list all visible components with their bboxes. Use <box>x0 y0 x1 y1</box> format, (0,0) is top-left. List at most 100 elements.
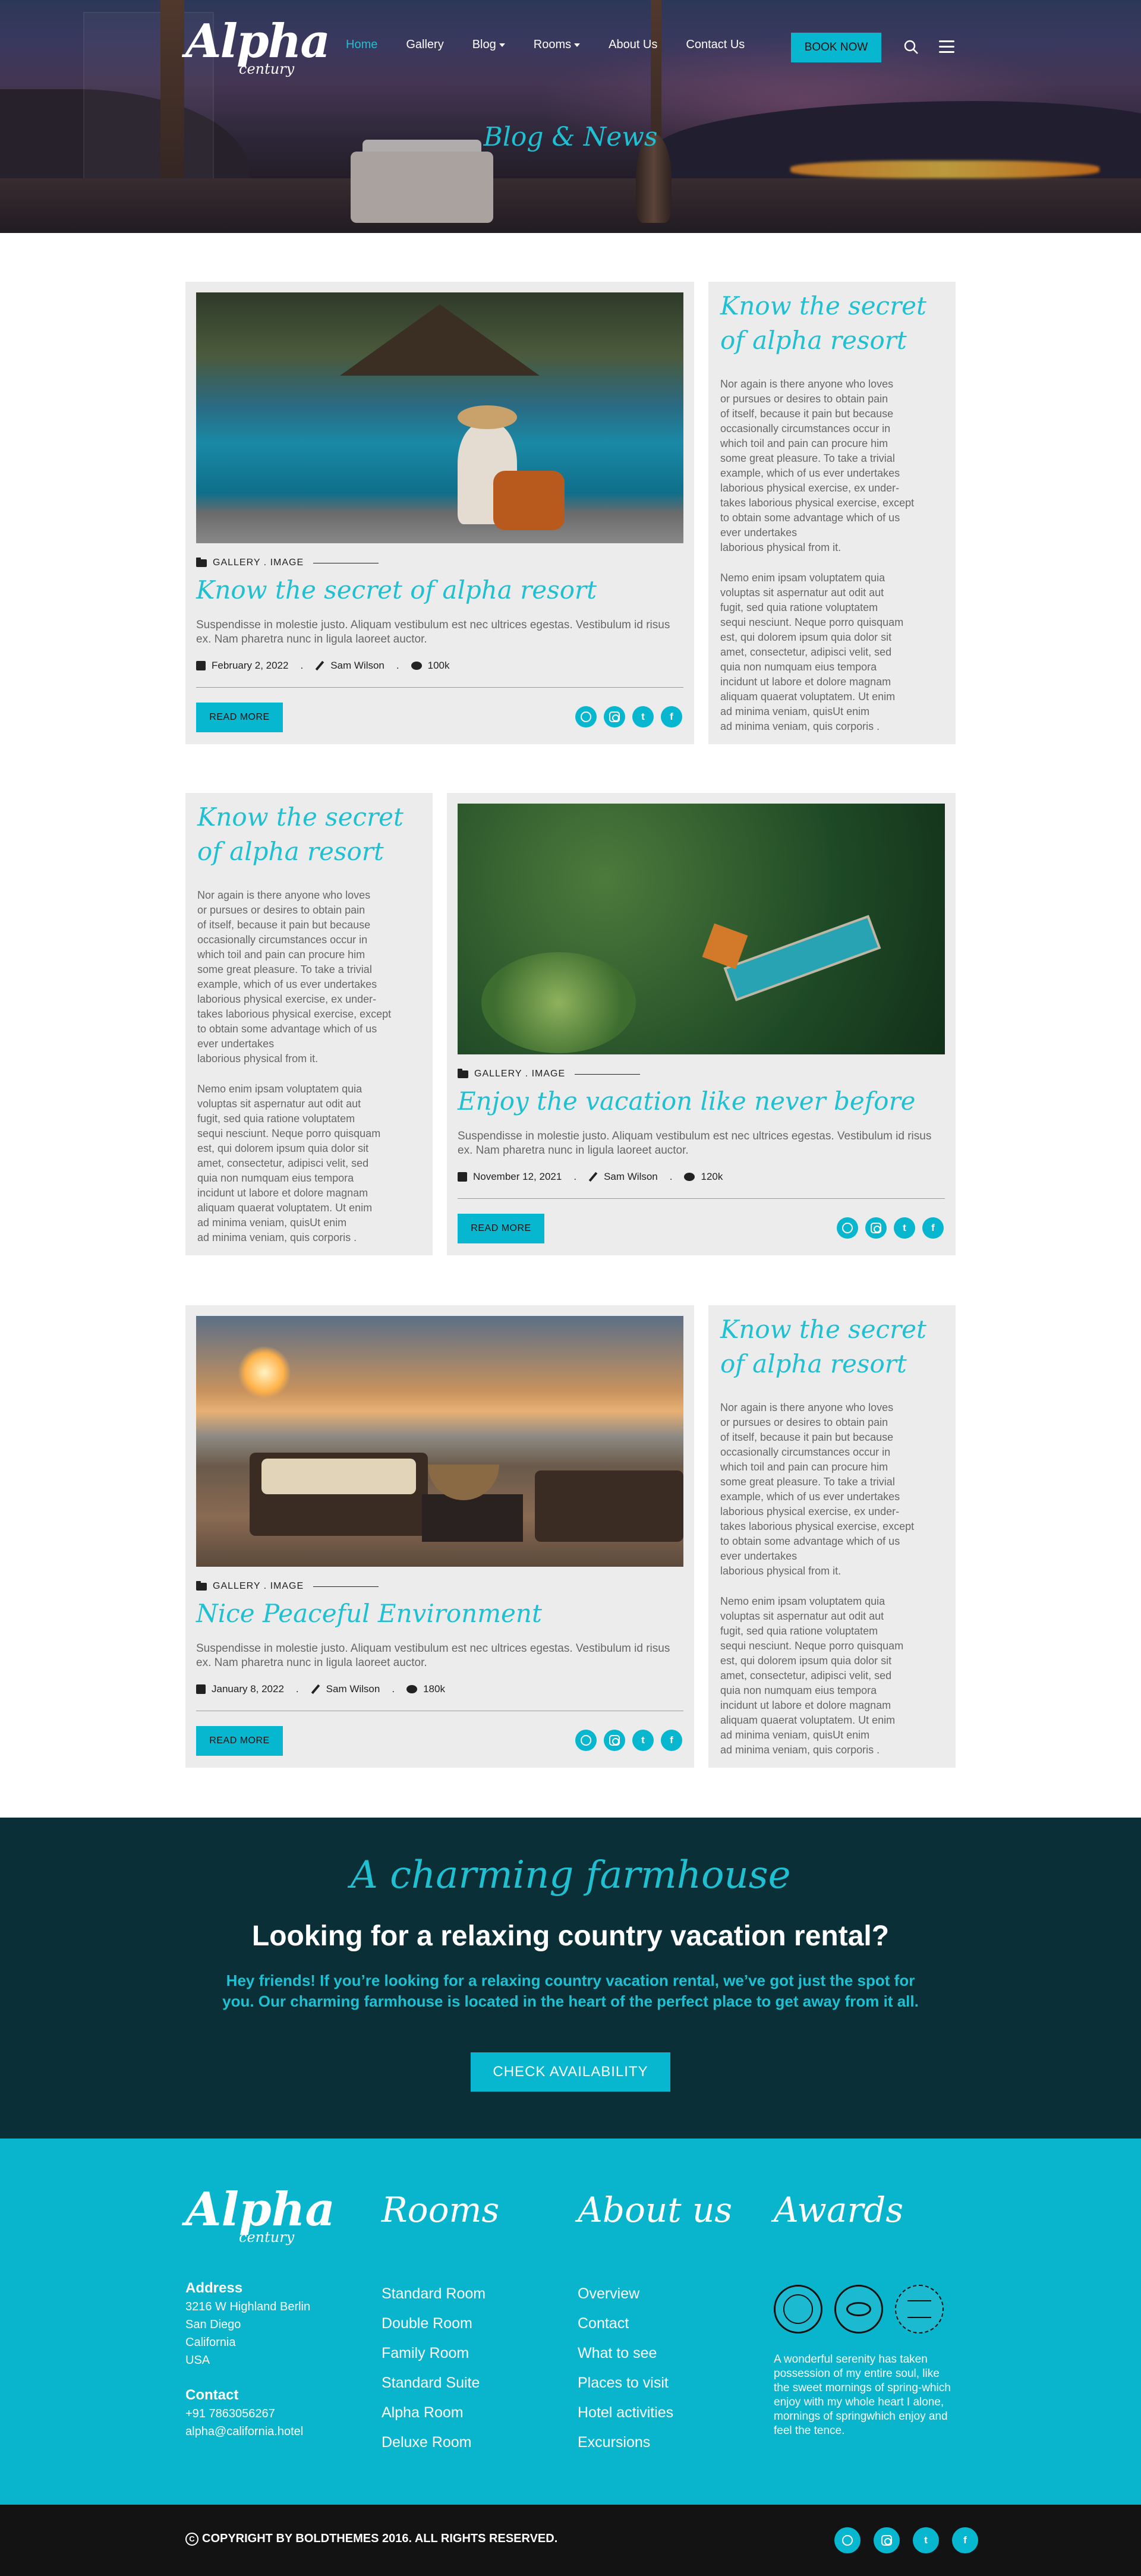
sidebar-article: Know the secret of alpha resort Nor again… <box>708 1305 956 1768</box>
footer-logo[interactable]: Alpha century <box>185 2186 335 2246</box>
post-views: 100k <box>427 660 450 671</box>
sidebar-paragraph: Nor again is there anyone who loves or p… <box>720 378 915 553</box>
pencil-icon <box>315 661 324 670</box>
bottom-bar: C COPYRIGHT BY BOLDTHEMES 2016. ALL RIGHT… <box>0 2505 1141 2576</box>
footer-socials: t f <box>834 2527 978 2553</box>
post-date: February 2, 2022 <box>212 660 289 671</box>
footer-link[interactable]: Alpha Room <box>382 2398 486 2427</box>
share-buttons: t f <box>575 1730 682 1751</box>
post-date: January 8, 2022 <box>212 1683 284 1695</box>
chevron-down-icon <box>499 43 505 47</box>
facebook-icon[interactable]: f <box>661 1730 682 1751</box>
post-excerpt: Suspendisse in molestie justo. Aliquam v… <box>196 1642 670 1669</box>
post-card: GALLERY . IMAGE Nice Peaceful Environmen… <box>185 1305 694 1768</box>
sidebar-paragraph: Nemo enim ipsam voluptatem quia voluptas… <box>197 1083 381 1243</box>
post-title[interactable]: Enjoy the vacation like never before <box>458 1087 916 1116</box>
footer-link[interactable]: Hotel activities <box>578 2398 673 2427</box>
nav-blog[interactable]: Blog <box>472 38 505 52</box>
cta-script-title: A charming farmhouse <box>350 1853 791 1897</box>
twitter-icon[interactable]: t <box>632 706 654 728</box>
post-image[interactable] <box>196 292 683 543</box>
nav-contact-us[interactable]: Contact Us <box>686 38 745 52</box>
footer-link[interactable]: Standard Suite <box>382 2368 486 2398</box>
post-excerpt: Suspendisse in molestie justo. Aliquam v… <box>458 1130 932 1157</box>
check-availability-button[interactable]: CHECK AVAILABILITY <box>471 2052 670 2092</box>
post-meta: January 8, 2022. Sam Wilson. 180k <box>196 1683 445 1695</box>
nav-home[interactable]: Home <box>346 38 377 52</box>
whatsapp-icon[interactable] <box>575 1730 597 1751</box>
calendar-icon <box>196 661 206 670</box>
twitter-icon[interactable]: t <box>913 2527 939 2553</box>
facebook-icon[interactable]: f <box>922 1217 944 1239</box>
comment-icon <box>684 1173 695 1181</box>
instagram-icon[interactable] <box>865 1217 887 1239</box>
sidebar-article: Know the secret of alpha resort Nor again… <box>185 793 433 1255</box>
rooms-heading: Rooms <box>382 2190 500 2230</box>
nav-gallery[interactable]: Gallery <box>406 38 443 52</box>
post-title[interactable]: Know the secret of alpha resort <box>196 575 597 604</box>
post-card: GALLERY . IMAGE Enjoy the vacation like … <box>447 793 956 1255</box>
footer-link[interactable]: Deluxe Room <box>382 2427 486 2457</box>
footer-link[interactable]: Standard Room <box>382 2279 486 2309</box>
award-badge-icon <box>895 2285 944 2333</box>
whatsapp-icon[interactable] <box>834 2527 861 2553</box>
facebook-icon[interactable]: f <box>661 706 682 728</box>
instagram-icon[interactable] <box>604 706 625 728</box>
award-badge-icon <box>834 2285 883 2333</box>
post-card: GALLERY . IMAGE Know the secret of alpha… <box>185 282 694 744</box>
twitter-icon[interactable]: t <box>632 1730 654 1751</box>
read-more-button[interactable]: READ MORE <box>196 703 283 732</box>
copyright: C COPYRIGHT BY BOLDTHEMES 2016. ALL RIGHT… <box>185 2532 557 2546</box>
post-image[interactable] <box>196 1316 683 1567</box>
post-meta: November 12, 2021. Sam Wilson. 120k <box>458 1171 723 1183</box>
nav-rooms[interactable]: Rooms <box>534 38 581 52</box>
facebook-icon[interactable]: f <box>952 2527 978 2553</box>
footer-link[interactable]: Family Room <box>382 2338 486 2368</box>
sidebar-title: Know the secret of alpha resort <box>197 802 404 866</box>
footer-link[interactable]: What to see <box>578 2338 673 2368</box>
post-title[interactable]: Nice Peaceful Environment <box>196 1599 542 1628</box>
whatsapp-icon[interactable] <box>837 1217 858 1239</box>
cta-heading: Looking for a relaxing country vacation … <box>251 1920 890 1952</box>
read-more-button[interactable]: READ MORE <box>458 1214 544 1243</box>
share-buttons: t f <box>837 1217 944 1239</box>
contact-text[interactable]: +91 7863056267 alpha@california.hotel <box>185 2405 303 2440</box>
menu-icon[interactable] <box>939 40 954 53</box>
calendar-icon <box>458 1172 467 1182</box>
pencil-icon <box>311 1684 320 1694</box>
post-author[interactable]: Sam Wilson <box>330 660 384 672</box>
about-list: Overview Contact What to see Places to v… <box>578 2279 673 2457</box>
brand-logo[interactable]: Alpha century <box>185 18 330 78</box>
footer-link[interactable]: Places to visit <box>578 2368 673 2398</box>
rooms-list: Standard Room Double Room Family Room St… <box>382 2279 486 2457</box>
address-text: 3216 W Highland Berlin San Diego Califor… <box>185 2300 311 2367</box>
book-now-button[interactable]: BOOK NOW <box>791 33 881 62</box>
instagram-icon[interactable] <box>874 2527 900 2553</box>
post-author[interactable]: Sam Wilson <box>326 1683 380 1695</box>
post-views: 120k <box>701 1171 723 1182</box>
read-more-button[interactable]: READ MORE <box>196 1726 283 1756</box>
search-icon[interactable] <box>903 39 919 55</box>
instagram-icon[interactable] <box>604 1730 625 1751</box>
about-heading: About us <box>578 2190 733 2230</box>
nav-about-us[interactable]: About Us <box>609 38 657 52</box>
twitter-icon[interactable]: t <box>894 1217 915 1239</box>
comment-icon <box>406 1685 418 1693</box>
awards-description: A wonderful serenity has taken possessio… <box>774 2353 951 2437</box>
comment-icon <box>411 662 422 670</box>
whatsapp-icon[interactable] <box>575 706 597 728</box>
award-badge-icon <box>774 2285 822 2333</box>
post-author[interactable]: Sam Wilson <box>604 1171 658 1183</box>
hero-banner: Alpha century Home Gallery Blog Rooms Ab… <box>0 0 1141 233</box>
folder-icon <box>458 1068 468 1078</box>
footer-link[interactable]: Double Room <box>382 2309 486 2338</box>
footer-link[interactable]: Contact <box>578 2309 673 2338</box>
post-excerpt: Suspendisse in molestie justo. Aliquam v… <box>196 619 670 645</box>
footer-link[interactable]: Overview <box>578 2279 673 2309</box>
post-date: November 12, 2021 <box>473 1171 562 1182</box>
page-title: Blog & News <box>483 122 658 152</box>
post-image[interactable] <box>458 804 945 1054</box>
footer-link[interactable]: Excursions <box>578 2427 673 2457</box>
sidebar-paragraph: Nor again is there anyone who loves or p… <box>197 889 392 1065</box>
award-badges <box>774 2285 944 2333</box>
